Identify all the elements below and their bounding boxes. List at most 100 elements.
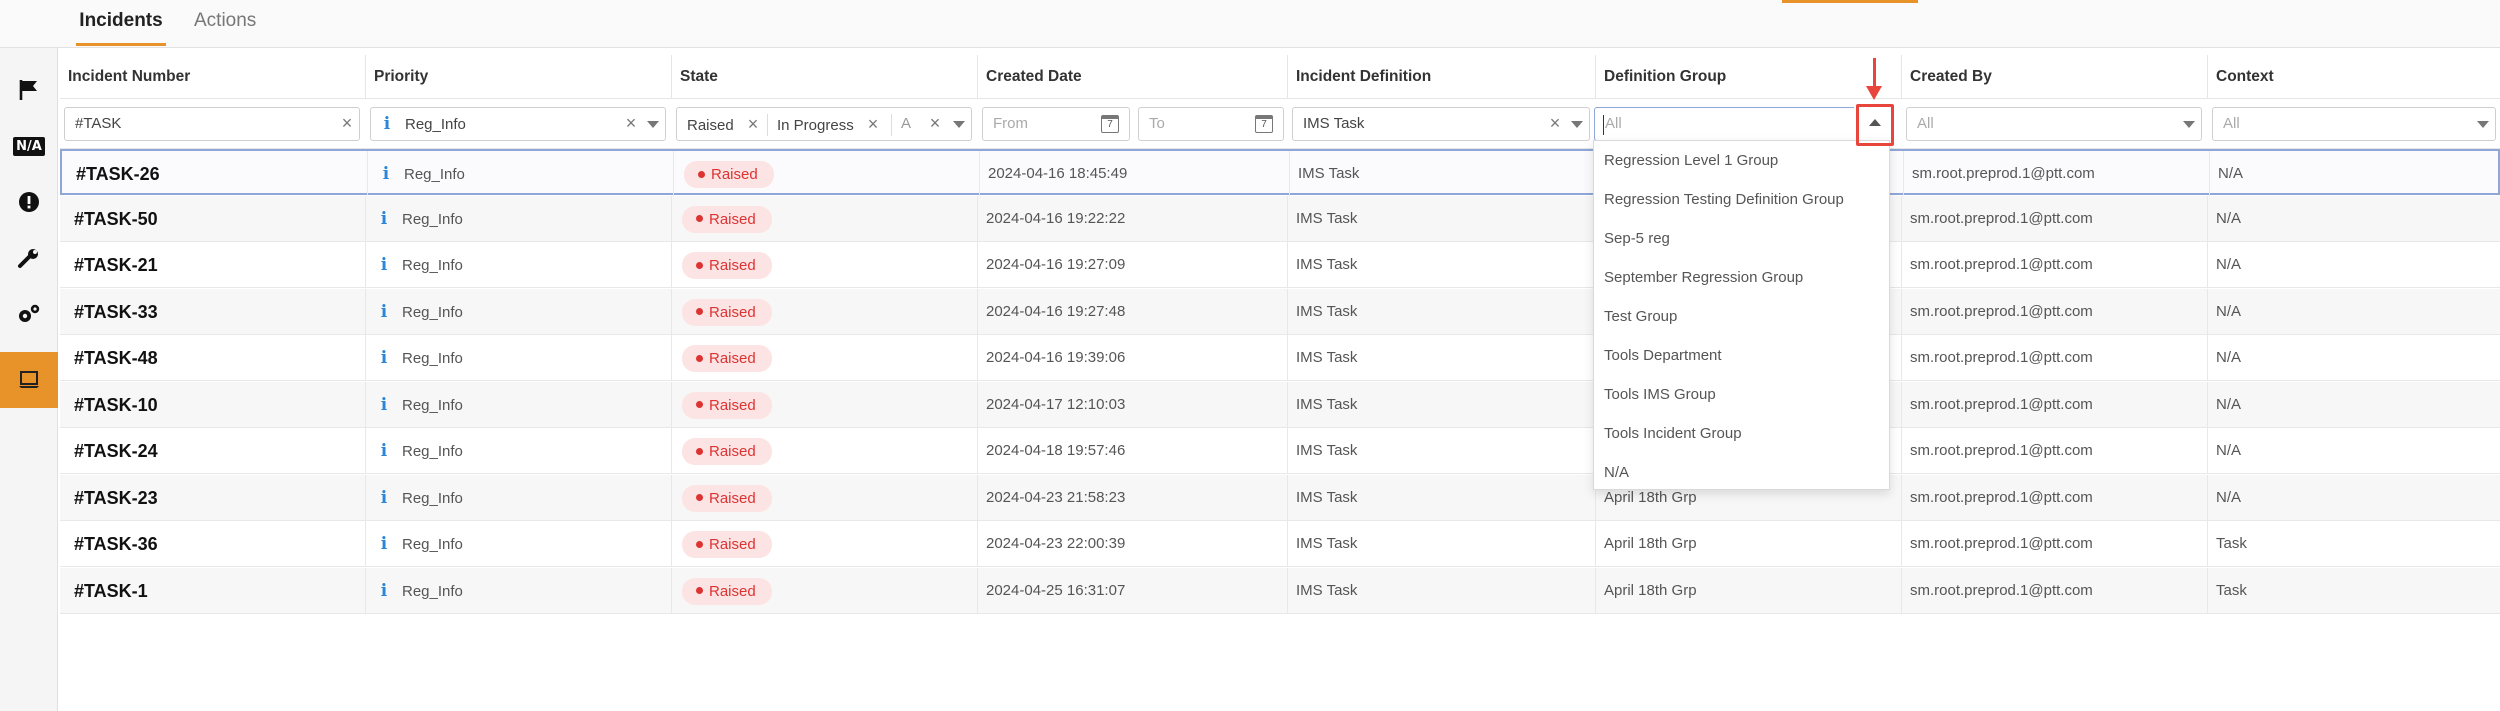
- state-cell: Raised: [672, 242, 978, 288]
- calendar-icon[interactable]: 7: [1255, 115, 1273, 133]
- dropdown-option[interactable]: Tools IMS Group: [1604, 375, 1884, 414]
- page: Incidents Actions N/A Incident Number Pr…: [0, 0, 2500, 711]
- table-row[interactable]: #TASK-1 i Reg_Info Raised 2024-04-25 16:31:0…: [60, 567, 2500, 614]
- table-row[interactable]: #TASK-10 i Reg_Info Raised 2024-04-17 12:10:…: [60, 381, 2500, 428]
- dropdown-option[interactable]: Sep-5 reg: [1604, 219, 1884, 258]
- clear-icon[interactable]: ×: [1547, 114, 1563, 132]
- priority-cell: i Reg_Info: [366, 567, 672, 614]
- dropdown-option[interactable]: Tools Incident Group: [1604, 414, 1884, 453]
- dropdown-option[interactable]: Regression Testing Definition Group: [1604, 180, 1884, 219]
- chevron-down-icon[interactable]: [2477, 121, 2489, 128]
- table-row[interactable]: #TASK-26 i Reg_Info Raised 2024-04-16 18:45:…: [60, 149, 2500, 197]
- date-from-input[interactable]: From 7: [982, 107, 1130, 141]
- table-row[interactable]: #TASK-48 i Reg_Info Raised 2024-04-16 19:39:…: [60, 335, 2500, 381]
- incident-definition-filter[interactable]: IMS Task ×: [1292, 107, 1590, 141]
- incident-number-filter[interactable]: #TASK ×: [64, 107, 360, 141]
- context: Task: [2216, 581, 2247, 599]
- rail-settings-button[interactable]: [0, 286, 58, 342]
- context: N/A: [2216, 256, 2242, 273]
- dropdown-option[interactable]: Tools Department: [1604, 336, 1884, 375]
- rail-na-button[interactable]: N/A: [0, 118, 58, 174]
- dropdown-option[interactable]: Test Group: [1604, 297, 1884, 336]
- rail-tools-button[interactable]: [0, 230, 58, 286]
- priority-cell: i Reg_Info: [366, 195, 672, 242]
- status-dot-icon: [696, 354, 703, 362]
- info-icon: i: [380, 208, 388, 229]
- context: N/A: [2216, 488, 2242, 506]
- tab-actions[interactable]: Actions: [194, 0, 256, 46]
- state-cell: Raised: [672, 288, 978, 335]
- status-badge: Raised: [682, 438, 772, 465]
- created-date-cell: 2024-04-16 18:45:49: [980, 151, 1290, 197]
- chevron-down-icon[interactable]: [647, 121, 659, 128]
- info-icon: i: [380, 487, 388, 508]
- left-rail: N/A: [0, 48, 58, 711]
- calendar-icon[interactable]: 7: [1101, 115, 1119, 133]
- created-date-cell: 2024-04-25 16:31:07: [978, 567, 1288, 614]
- tab-incidents[interactable]: Incidents: [76, 0, 166, 46]
- context-filter[interactable]: All: [2212, 107, 2496, 141]
- col-created-by[interactable]: Created By: [1902, 55, 2208, 99]
- clear-icon[interactable]: ×: [927, 114, 943, 132]
- col-created-date[interactable]: Created Date: [978, 55, 1288, 99]
- table-row[interactable]: #TASK-23 i Reg_Info Raised 2024-04-23 21:58:…: [60, 474, 2500, 521]
- state-cell: Raised: [672, 335, 978, 381]
- incident-definition: IMS Task: [1296, 256, 1358, 273]
- col-definition-group[interactable]: Definition Group: [1596, 55, 1902, 99]
- definition-group-input[interactable]: All: [1594, 107, 1854, 141]
- context-cell: N/A: [2208, 289, 2500, 335]
- col-state[interactable]: State: [672, 55, 978, 99]
- table-row[interactable]: #TASK-36 i Reg_Info Raised 2024-04-23 22:00:…: [60, 521, 2500, 567]
- incident-definition-cell: IMS Task: [1288, 567, 1596, 614]
- table-row[interactable]: #TASK-24 i Reg_Info Raised 2024-04-18 19:57:…: [60, 428, 2500, 474]
- priority-value: Reg_Info: [402, 489, 463, 507]
- date-to-input[interactable]: To 7: [1138, 107, 1284, 141]
- rail-flag-button[interactable]: [0, 62, 58, 118]
- created-date: 2024-04-17 12:10:03: [986, 395, 1126, 413]
- flag-icon: [19, 80, 37, 100]
- col-incident-number[interactable]: Incident Number: [60, 55, 366, 99]
- priority-value: Reg_Info: [402, 257, 463, 274]
- created-by-filter[interactable]: All: [1906, 107, 2202, 141]
- context-cell: N/A: [2208, 196, 2500, 242]
- col-incident-definition[interactable]: Incident Definition: [1288, 55, 1596, 99]
- clear-icon[interactable]: ×: [623, 114, 639, 132]
- info-icon: i: [383, 114, 391, 134]
- priority-filter[interactable]: i Reg_Info ×: [370, 107, 666, 141]
- definition-group: April 18th Grp: [1604, 581, 1697, 599]
- chevron-down-icon[interactable]: [2183, 121, 2195, 128]
- status-badge: Raised: [684, 161, 774, 188]
- incident-number: #TASK-33: [74, 301, 158, 322]
- state-chip: A: [901, 112, 911, 136]
- rail-laptop-button[interactable]: [0, 352, 58, 408]
- dropdown-option[interactable]: N/A: [1604, 453, 1884, 492]
- remove-chip-icon[interactable]: ×: [868, 114, 879, 134]
- status-dot-icon: [696, 308, 703, 316]
- chevron-down-icon[interactable]: [1571, 121, 1583, 128]
- info-icon: i: [380, 441, 388, 461]
- col-context[interactable]: Context: [2208, 55, 2500, 99]
- remove-chip-icon[interactable]: ×: [748, 114, 759, 134]
- chevron-up-icon[interactable]: [1869, 119, 1881, 126]
- priority-cell: i Reg_Info: [366, 288, 672, 335]
- table-row[interactable]: #TASK-50 i Reg_Info Raised 2024-04-16 19:22:…: [60, 195, 2500, 242]
- priority-cell: i Reg_Info: [368, 151, 674, 197]
- col-priority[interactable]: Priority: [366, 55, 672, 99]
- incident-number-cell: #TASK-1: [60, 567, 366, 614]
- status-badge: Raised: [682, 205, 772, 233]
- dropdown-option[interactable]: Regression Level 1 Group: [1604, 141, 1884, 180]
- rail-alert-button[interactable]: [0, 174, 58, 230]
- incident-definition-cell: IMS Task: [1288, 242, 1596, 288]
- chevron-down-icon[interactable]: [953, 121, 965, 128]
- clear-icon[interactable]: ×: [339, 114, 355, 132]
- table-row[interactable]: #TASK-33 i Reg_Info Raised 2024-04-16 19:27:…: [60, 288, 2500, 335]
- status-dot-icon: [696, 540, 703, 548]
- priority-value: Reg_Info: [402, 396, 463, 414]
- incident-definition-cell: IMS Task: [1288, 335, 1596, 381]
- dropdown-option[interactable]: September Regression Group: [1604, 258, 1884, 297]
- state-filter[interactable]: Raised × In Progress × A ×: [676, 107, 972, 141]
- na-icon: N/A: [13, 136, 45, 156]
- table-row[interactable]: #TASK-21 i Reg_Info Raised 2024-04-16 19:27:…: [60, 242, 2500, 288]
- priority-value: Reg_Info: [402, 303, 463, 321]
- incident-number-cell: #TASK-48: [60, 335, 366, 381]
